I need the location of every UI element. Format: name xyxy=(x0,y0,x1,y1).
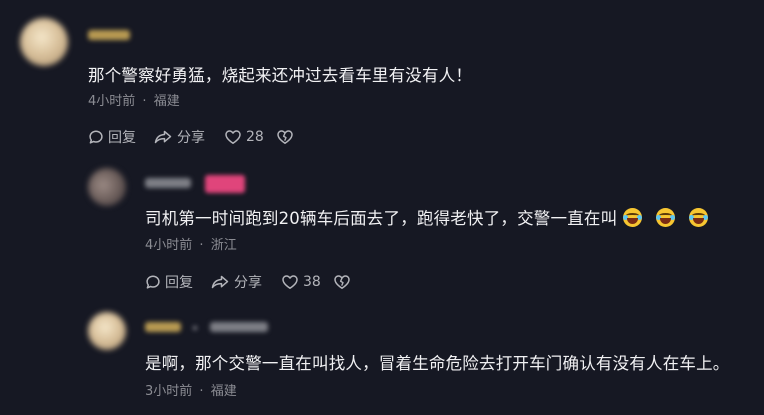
share-button[interactable]: 分享 xyxy=(153,127,205,147)
reply-button[interactable]: 回复 xyxy=(88,127,136,147)
separator-dot: · xyxy=(199,384,204,399)
comment-text: 是啊，那个交警一直在叫找人，冒着生命危险去打开车门确认有没有人在车上。 xyxy=(145,354,730,373)
action-bar: 回复 分享 38 xyxy=(145,272,351,292)
share-arrow-icon xyxy=(154,130,172,144)
comment-text: 司机第一时间跑到20辆车后面去了，跑得老快了，交警一直在叫 xyxy=(145,205,709,229)
reply-label: 回复 xyxy=(108,130,136,146)
laughing-crying-emoji-icon xyxy=(689,208,709,227)
like-count: 28 xyxy=(246,129,264,145)
action-bar: 回复 分享 28 xyxy=(88,127,294,147)
like-button[interactable]: 28 xyxy=(224,129,264,145)
reply-button[interactable]: 回复 xyxy=(145,272,193,292)
reply-label: 回复 xyxy=(165,275,193,291)
heart-icon xyxy=(282,275,298,289)
username[interactable] xyxy=(88,28,130,44)
username[interactable] xyxy=(145,320,268,336)
separator-dot: · xyxy=(142,94,147,109)
broken-heart-icon xyxy=(277,130,293,144)
location: 福建 xyxy=(153,94,180,109)
share-label: 分享 xyxy=(177,130,205,146)
laughing-crying-emoji-icon xyxy=(656,208,676,227)
reply-bubble-icon xyxy=(146,275,160,289)
avatar[interactable] xyxy=(88,168,126,206)
avatar[interactable] xyxy=(88,312,126,350)
timestamp: 4小时前 xyxy=(145,238,193,253)
like-count: 38 xyxy=(303,274,321,290)
share-label: 分享 xyxy=(234,275,262,291)
like-button[interactable]: 38 xyxy=(281,274,321,290)
comment-meta: 4小时前 · 福建 xyxy=(88,90,180,109)
author-badge xyxy=(205,175,245,193)
location: 浙江 xyxy=(210,238,237,253)
username[interactable] xyxy=(145,176,191,192)
timestamp: 4小时前 xyxy=(88,94,136,109)
heart-icon xyxy=(225,130,241,144)
comment-text-body: 司机第一时间跑到20辆车后面去了，跑得老快了，交警一直在叫 xyxy=(145,209,618,228)
share-arrow-icon xyxy=(211,275,229,289)
timestamp: 3小时前 xyxy=(145,384,193,399)
reply-bubble-icon xyxy=(89,130,103,144)
comment-text: 那个警察好勇猛，烧起来还冲过去看车里有没有人！ xyxy=(88,66,473,85)
avatar[interactable] xyxy=(20,18,68,66)
comment-meta: 3小时前 · 福建 xyxy=(145,380,237,399)
dislike-button[interactable] xyxy=(276,129,294,145)
share-button[interactable]: 分享 xyxy=(210,272,262,292)
separator-dot: · xyxy=(199,238,204,253)
dislike-button[interactable] xyxy=(333,274,351,290)
broken-heart-icon xyxy=(334,275,350,289)
laughing-crying-emoji-icon xyxy=(623,208,643,227)
location: 福建 xyxy=(210,384,237,399)
comment-meta: 4小时前 · 浙江 xyxy=(145,234,237,253)
